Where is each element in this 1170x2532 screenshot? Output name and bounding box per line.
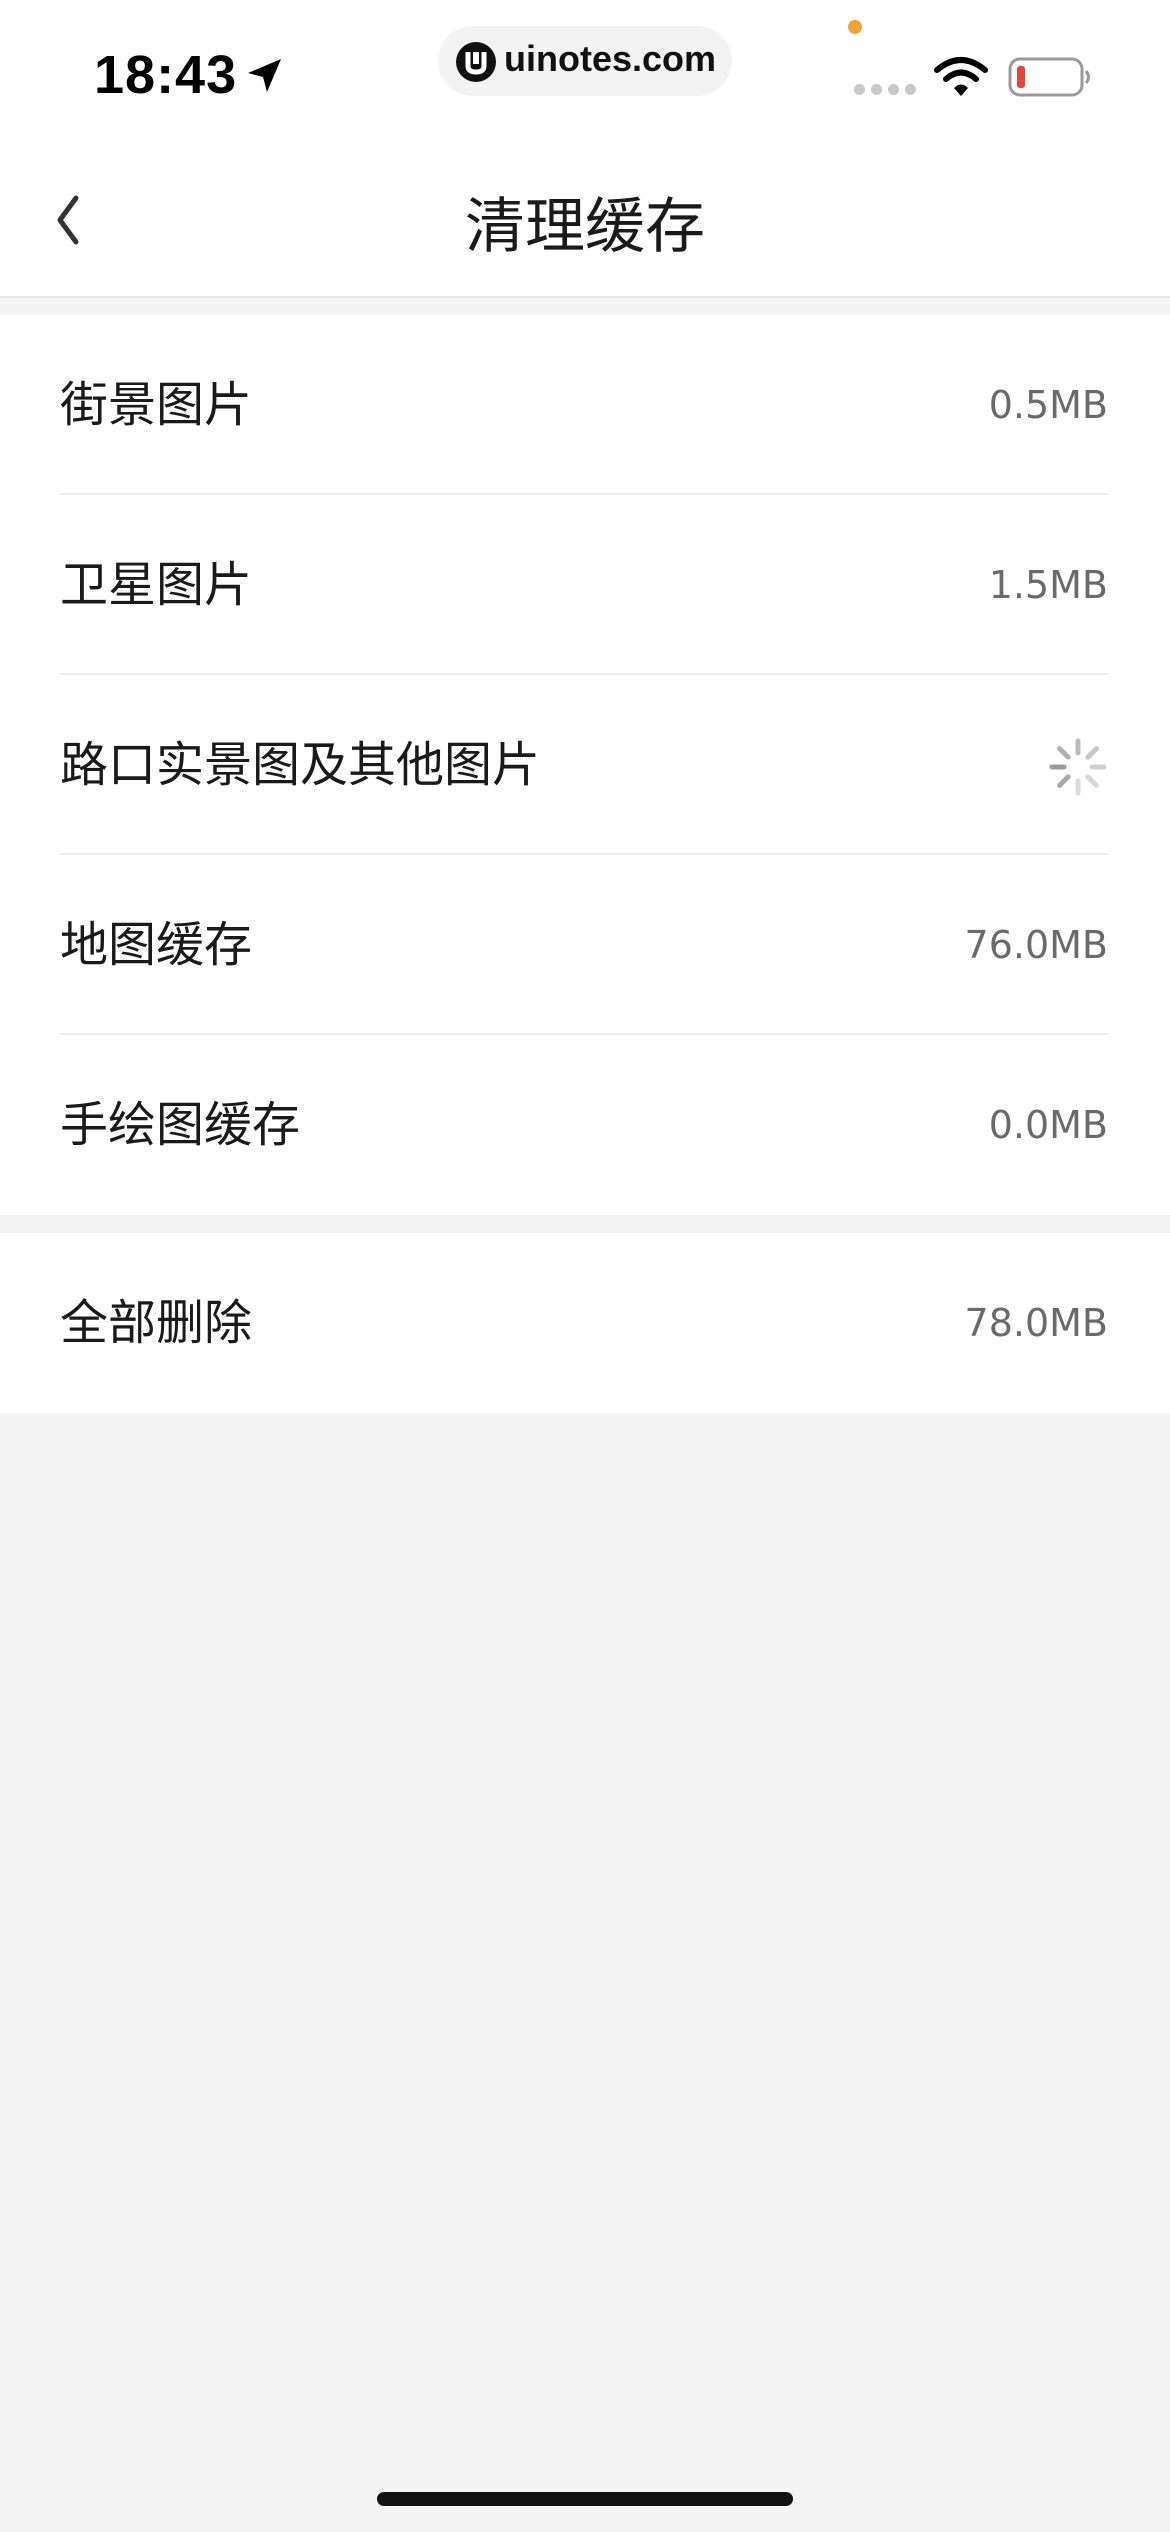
cache-item-hand-drawn-map[interactable]: 手绘图缓存 0.0MB xyxy=(0,1035,1170,1215)
delete-all-group: 全部删除 78.0MB xyxy=(0,1233,1170,1413)
cache-item-size: 0.5MB xyxy=(988,383,1108,427)
cache-item-label: 手绘图缓存 xyxy=(60,1097,301,1153)
navigation-bar: 清理缓存 xyxy=(0,140,1170,298)
watermark-logo-icon xyxy=(456,42,496,82)
cache-item-label: 路口实景图及其他图片 xyxy=(60,737,541,793)
status-time: 18:43 xyxy=(94,45,238,105)
battery-low-icon xyxy=(1008,57,1090,97)
delete-all-button[interactable]: 全部删除 78.0MB xyxy=(0,1233,1170,1413)
cache-list: 街景图片 0.5MB 卫星图片 1.5MB 路口实景图及其他图片 地图缓存 76… xyxy=(0,315,1170,1215)
watermark-badge: uinotes.com xyxy=(438,26,732,96)
cache-item-size: 1.5MB xyxy=(988,563,1108,607)
wifi-icon xyxy=(934,57,988,96)
cache-item-label: 地图缓存 xyxy=(60,917,253,973)
cache-item-size: 0.0MB xyxy=(988,1103,1108,1147)
cache-item-satellite[interactable]: 卫星图片 1.5MB xyxy=(0,495,1170,675)
delete-all-label: 全部删除 xyxy=(60,1295,253,1351)
cellular-signal-icon xyxy=(854,84,916,96)
status-bar: 18:43 uinotes.com xyxy=(0,0,1170,140)
home-indicator[interactable] xyxy=(377,2492,793,2506)
cache-item-street-view[interactable]: 街景图片 0.5MB xyxy=(0,315,1170,495)
privacy-indicator-dot xyxy=(848,20,862,34)
delete-all-size: 78.0MB xyxy=(964,1301,1108,1345)
cache-item-label: 街景图片 xyxy=(60,377,253,433)
location-arrow-icon xyxy=(248,59,281,92)
cache-item-size: 76.0MB xyxy=(964,923,1108,967)
page-title: 清理缓存 xyxy=(465,192,705,262)
cache-item-map[interactable]: 地图缓存 76.0MB xyxy=(0,855,1170,1035)
loading-spinner-icon xyxy=(1049,738,1107,796)
cache-item-label: 卫星图片 xyxy=(60,557,253,613)
watermark-text: uinotes.com xyxy=(504,38,717,79)
cache-item-junction-images[interactable]: 路口实景图及其他图片 xyxy=(0,675,1170,855)
